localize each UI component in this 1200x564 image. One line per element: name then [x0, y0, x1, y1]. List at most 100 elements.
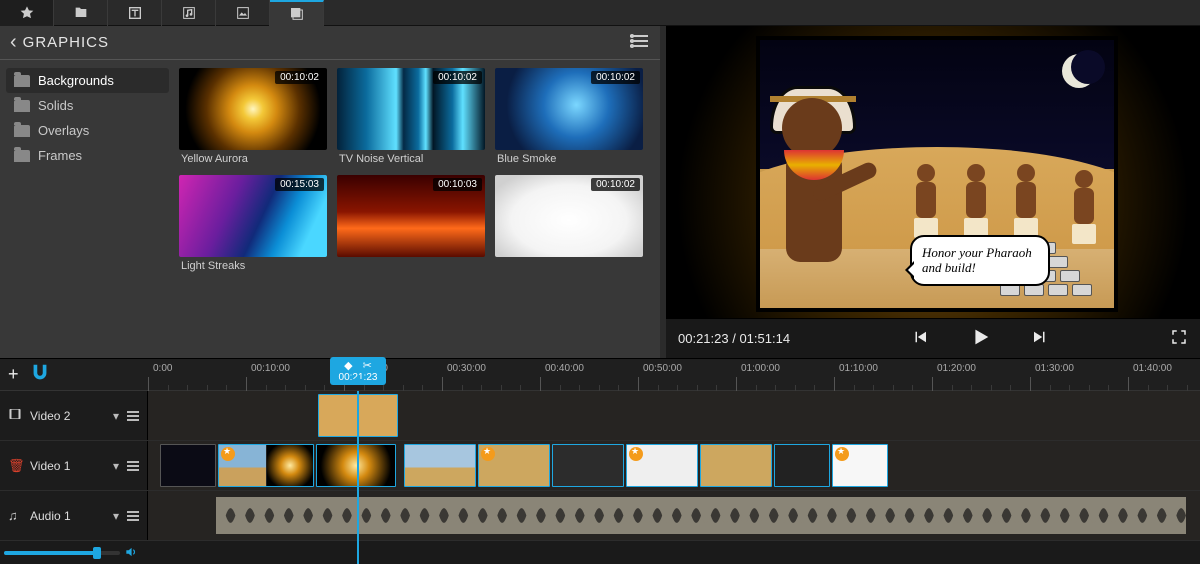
media-grid: 00:10:02Yellow Aurora00:10:02TV Noise Ve…: [175, 60, 660, 358]
media-label: Blue Smoke: [495, 150, 643, 165]
track-lane-video-2[interactable]: [148, 391, 1200, 440]
media-item-0[interactable]: 00:10:02Yellow Aurora: [179, 68, 327, 165]
chevron-down-icon[interactable]: ▾: [113, 509, 119, 523]
folder-icon: [14, 75, 30, 87]
media-thumb: 00:10:02: [495, 68, 643, 150]
worker-1: [910, 164, 942, 242]
time-ruler[interactable]: 0:0000:10:0000:20:0000:30:0000:40:0000:5…: [148, 359, 1200, 391]
clip-v1-7[interactable]: [626, 444, 698, 487]
tab-text[interactable]: [108, 0, 162, 26]
track-menu-icon[interactable]: [127, 511, 139, 521]
preview-controls: 00:21:23 / 01:51:14: [666, 318, 1200, 358]
media-duration: 00:10:02: [433, 71, 482, 84]
clip-v1-6[interactable]: [552, 444, 624, 487]
back-chevron-icon[interactable]: ‹: [10, 31, 17, 54]
clip-v1-3[interactable]: [316, 444, 396, 487]
panel-title: GRAPHICS: [23, 34, 109, 51]
ruler-tick: 00:40:00: [540, 377, 584, 391]
graphics-panel: ‹ GRAPHICS Backgrounds Solids Overlays Fram…: [0, 26, 666, 358]
ruler-tick: 00:30:00: [442, 377, 486, 391]
media-duration: 00:10:03: [433, 178, 482, 191]
trash-icon: 🗑: [8, 458, 22, 474]
folder-frames[interactable]: Frames: [6, 143, 169, 168]
media-item-4[interactable]: 00:10:03: [337, 175, 485, 272]
media-item-5[interactable]: 00:10:02: [495, 175, 643, 272]
timeline: + 0:0000:10:0000:20:0000:30:0000:40:0000…: [0, 358, 1200, 564]
folder-label: Solids: [38, 98, 73, 113]
tracks-area: Video 2 ▾ 🗑 Video 1 ▾: [0, 391, 1200, 564]
clip-v1-9[interactable]: [774, 444, 830, 487]
speech-bubble: Honor your Pharaoh and build!: [910, 235, 1050, 286]
playhead-handle[interactable]: ◆ ✂ 00:21:23: [330, 357, 386, 385]
play-button[interactable]: [969, 326, 991, 351]
folder-solids[interactable]: Solids: [6, 93, 169, 118]
media-thumb: 00:10:02: [495, 175, 643, 257]
clip-v1-2[interactable]: [218, 444, 314, 487]
track-video-1: 🗑 Video 1 ▾: [0, 441, 1200, 491]
volume-slider[interactable]: [4, 546, 138, 560]
split-icon[interactable]: ✂: [363, 359, 372, 372]
prev-frame-button[interactable]: [911, 328, 929, 349]
folder-backgrounds[interactable]: Backgrounds: [6, 68, 169, 93]
media-thumb: 00:10:03: [337, 175, 485, 257]
media-thumb: 00:10:02: [337, 68, 485, 150]
tab-graphics[interactable]: [270, 0, 324, 26]
folder-label: Backgrounds: [38, 73, 114, 88]
tab-audio[interactable]: [162, 0, 216, 26]
track-lane-audio-1[interactable]: [148, 491, 1200, 540]
ruler-tick: 01:10:00: [834, 377, 878, 391]
track-head-video-1[interactable]: 🗑 Video 1 ▾: [0, 441, 148, 490]
track-menu-icon[interactable]: [127, 461, 139, 471]
clip-v1-4[interactable]: [404, 444, 476, 487]
chevron-down-icon[interactable]: ▾: [113, 409, 119, 423]
playhead-time: 00:21:23: [339, 372, 378, 383]
graphics-header: ‹ GRAPHICS: [0, 26, 660, 60]
music-icon: ♫: [8, 508, 22, 523]
clip-v1-5[interactable]: [478, 444, 550, 487]
tab-favorites[interactable]: [0, 0, 54, 26]
media-item-1[interactable]: 00:10:02TV Noise Vertical: [337, 68, 485, 165]
panel-menu-icon[interactable]: [630, 34, 648, 51]
folder-icon: [14, 100, 30, 112]
speaker-icon: [120, 545, 138, 562]
playhead-line: [357, 391, 359, 564]
track-head-audio-1[interactable]: ♫ Audio 1 ▾: [0, 491, 148, 540]
tab-library[interactable]: [54, 0, 108, 26]
ruler-tick: 0:00: [148, 377, 172, 391]
media-duration: 00:10:02: [591, 178, 640, 191]
clip-v1-10[interactable]: [832, 444, 888, 487]
ruler-tick: 00:10:00: [246, 377, 290, 391]
media-item-2[interactable]: 00:10:02Blue Smoke: [495, 68, 643, 165]
snap-toggle-button[interactable]: [29, 362, 51, 387]
pharaoh-character: [764, 88, 884, 288]
clip-v1-1[interactable]: [160, 444, 216, 487]
folder-overlays[interactable]: Overlays: [6, 118, 169, 143]
folder-label: Overlays: [38, 123, 89, 138]
media-label: Light Streaks: [179, 257, 327, 272]
track-menu-icon[interactable]: [127, 411, 139, 421]
next-frame-button[interactable]: [1031, 328, 1049, 349]
preview-panel: Honor your Pharaoh and build! 00:21:23 /…: [666, 26, 1200, 358]
ruler-tick: 00:50:00: [638, 377, 682, 391]
ruler-tick: 01:30:00: [1030, 377, 1074, 391]
media-duration: 00:10:02: [275, 71, 324, 84]
add-track-button[interactable]: +: [8, 364, 19, 385]
fullscreen-button[interactable]: [1170, 328, 1188, 349]
marker-icon[interactable]: ◆: [344, 359, 352, 372]
preview-frame: Honor your Pharaoh and build!: [756, 36, 1118, 312]
folder-icon: [14, 150, 30, 162]
preview-timecode: 00:21:23 / 01:51:14: [678, 331, 790, 346]
chevron-down-icon[interactable]: ▾: [113, 459, 119, 473]
ruler-tick: 01:00:00: [736, 377, 780, 391]
audio-clip[interactable]: [216, 497, 1186, 534]
top-tabs: [0, 0, 1200, 26]
track-lane-video-1[interactable]: [148, 441, 1200, 490]
track-head-video-2[interactable]: Video 2 ▾: [0, 391, 148, 440]
folder-label: Frames: [38, 148, 82, 163]
clip-v1-8[interactable]: [700, 444, 772, 487]
track-video-2: Video 2 ▾: [0, 391, 1200, 441]
worker-2: [960, 164, 992, 242]
tab-image[interactable]: [216, 0, 270, 26]
media-item-3[interactable]: 00:15:03Light Streaks: [179, 175, 327, 272]
ruler-tick: 01:40:00: [1128, 377, 1172, 391]
